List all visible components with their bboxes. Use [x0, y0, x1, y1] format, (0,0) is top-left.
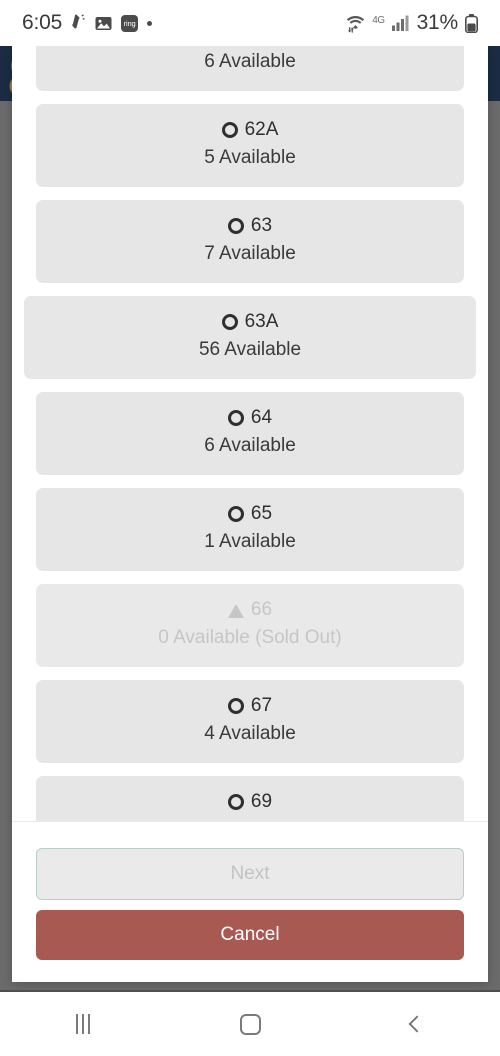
nav-home-button[interactable]	[167, 992, 334, 1056]
ring-app-icon: ring	[121, 14, 139, 32]
option-availability: 6 Available	[204, 435, 296, 456]
status-bar-clock: 6:05	[22, 11, 63, 34]
nav-bar-divider	[0, 990, 500, 992]
option-title: 64	[36, 405, 464, 431]
status-bar: 6:05 ring 4G 31%	[0, 0, 500, 46]
option-list: 62 6 Available 62A 5 Available 63 7 Available…	[24, 46, 476, 821]
network-type-label: 4G	[372, 14, 385, 26]
radio-unchecked-icon	[221, 122, 238, 138]
battery-percent-label: 31%	[416, 11, 459, 34]
option-title: 67	[36, 693, 464, 719]
option-availability: 0 Available (Sold Out)	[158, 627, 342, 648]
warning-triangle-icon	[227, 604, 244, 618]
option-availability: 56 Available	[198, 339, 302, 360]
radio-unchecked-icon	[227, 698, 244, 714]
modal-footer: Next Cancel	[12, 821, 488, 982]
phone-screen: 6:05 ring 4G 31% 6 Available 62A 5 Avail…	[0, 0, 500, 1056]
status-bar-right: 4G 31%	[346, 11, 478, 35]
option-row[interactable]: 62 6 Available	[36, 46, 464, 91]
option-label: 65	[250, 503, 273, 524]
option-availability: 1 Available	[204, 531, 296, 552]
option-title: 66	[36, 597, 464, 623]
option-label: 69	[250, 791, 273, 812]
status-bar-left: 6:05 ring	[22, 11, 153, 35]
option-row[interactable]: 63 7 Available	[36, 200, 464, 283]
option-row[interactable]: 65 1 Available	[36, 488, 464, 571]
radio-unchecked-icon	[227, 218, 244, 234]
option-list-scroll-area[interactable]: 62 6 Available 62A 5 Available 63 7 Available…	[12, 46, 488, 821]
option-row[interactable]: 62A 5 Available	[36, 104, 464, 187]
option-availability: 4 Available	[204, 723, 296, 744]
option-availability: 5 Available	[204, 147, 296, 168]
next-button[interactable]: Next	[36, 848, 464, 900]
option-row: 66 0 Available (Sold Out)	[36, 584, 464, 667]
home-icon	[239, 1013, 261, 1035]
option-label: 63A	[244, 311, 279, 332]
option-row[interactable]: 67 4 Available	[36, 680, 464, 763]
radio-unchecked-icon	[221, 314, 238, 330]
battery-icon	[465, 13, 478, 33]
nav-back-button[interactable]	[333, 992, 500, 1056]
option-availability: 4 Available	[36, 816, 464, 821]
option-title: 62A	[36, 117, 464, 143]
option-title: 63A	[24, 309, 476, 335]
notification-dot-icon	[147, 20, 153, 26]
nav-recents-button[interactable]	[0, 992, 167, 1056]
option-label: 62	[251, 46, 272, 47]
option-title: 62	[36, 46, 464, 47]
cancel-button[interactable]: Cancel	[36, 910, 464, 960]
option-label: 62A	[244, 119, 279, 140]
option-label: 63	[250, 215, 273, 236]
photo-icon	[95, 16, 112, 31]
option-title: 63	[36, 213, 464, 239]
option-picker-modal: 62 6 Available 62A 5 Available 63 7 Available…	[12, 46, 488, 982]
radio-unchecked-icon	[227, 410, 244, 426]
option-title: 69	[36, 789, 464, 815]
android-nav-bar	[0, 992, 500, 1056]
radio-unchecked-icon	[227, 794, 244, 810]
option-title: 65	[36, 501, 464, 527]
option-label: 64	[250, 407, 273, 428]
option-availability: 6 Available	[204, 51, 296, 72]
option-row[interactable]: 69 4 Available	[36, 776, 464, 821]
voicemail-icon	[71, 14, 86, 32]
option-label: 67	[250, 695, 273, 716]
option-label: 66	[250, 599, 273, 620]
wifi-icon	[346, 14, 365, 33]
option-row[interactable]: 63A 56 Available	[24, 296, 476, 379]
cellular-signal-icon	[391, 15, 410, 31]
radio-unchecked-icon	[227, 506, 244, 522]
recents-icon	[76, 1014, 91, 1034]
option-row[interactable]: 64 6 Available	[36, 392, 464, 475]
option-availability: 7 Available	[204, 243, 296, 264]
back-chevron-icon	[408, 1015, 426, 1033]
